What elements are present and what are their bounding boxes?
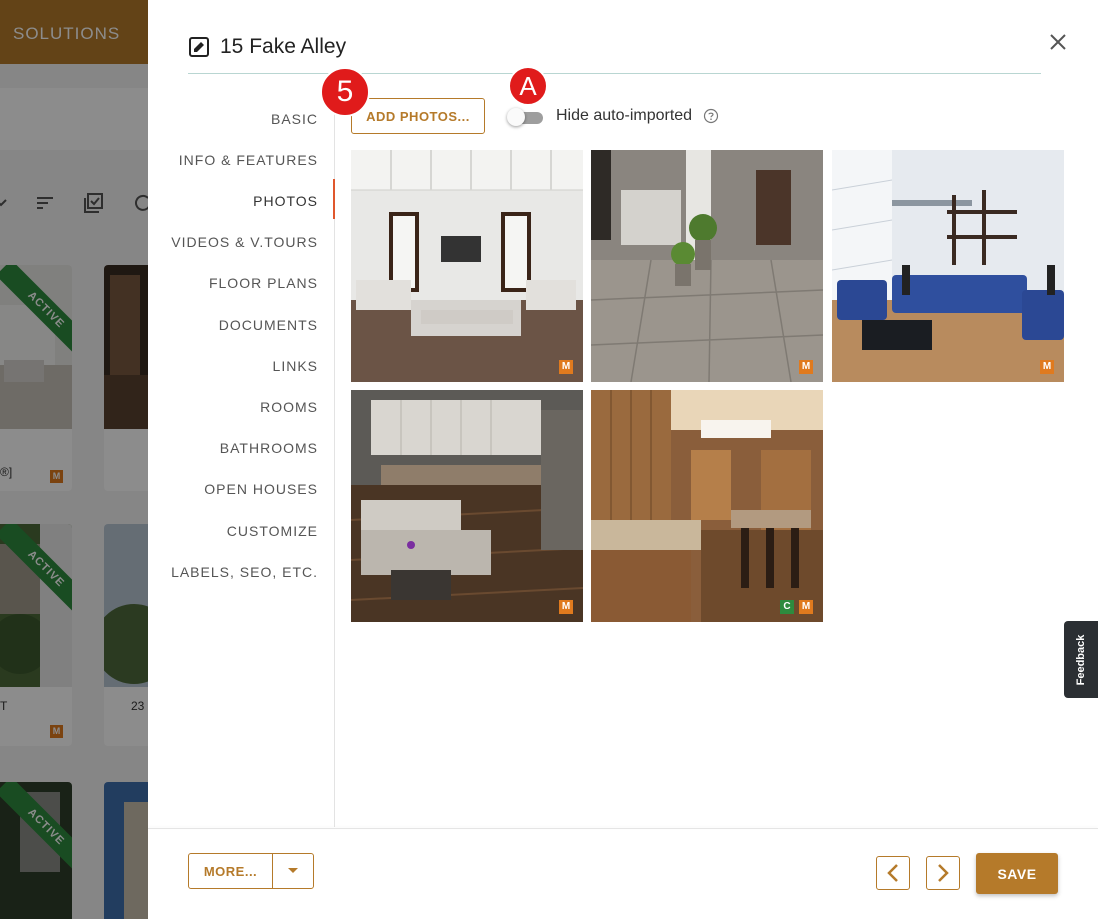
photo-thumbnail[interactable]: C M xyxy=(591,390,823,622)
caret-down-icon xyxy=(288,868,298,873)
nav-item-basic[interactable]: BASIC xyxy=(271,111,318,127)
active-nav-indicator xyxy=(333,179,335,219)
save-button[interactable]: SAVE xyxy=(976,853,1058,894)
more-dropdown-toggle[interactable] xyxy=(273,854,313,888)
modal-backdrop[interactable] xyxy=(0,0,148,919)
feedback-tab[interactable]: Feedback xyxy=(1064,621,1098,698)
add-photos-button[interactable]: ADD PHOTOS... xyxy=(351,98,485,134)
photo-thumbnail[interactable]: M xyxy=(351,390,583,622)
nav-item-links[interactable]: LINKS xyxy=(273,358,318,374)
edit-icon xyxy=(189,37,209,57)
step-badge: 5 xyxy=(320,67,370,117)
modal-header: 15 Fake Alley xyxy=(188,30,346,64)
previous-button[interactable] xyxy=(876,856,910,890)
nav-item-customize[interactable]: CUSTOMIZE xyxy=(227,523,318,539)
side-nav: BASIC INFO & FEATURES PHOTOS VIDEOS & V.… xyxy=(148,97,335,827)
annotation-badge: A xyxy=(508,66,548,106)
c-badge: C xyxy=(780,600,794,614)
hide-auto-imported-toggle[interactable] xyxy=(507,108,545,126)
hide-auto-imported-label: Hide auto-imported xyxy=(556,107,693,124)
next-button[interactable] xyxy=(926,856,960,890)
photo-thumbnail[interactable]: M xyxy=(351,150,583,382)
nav-item-bathrooms[interactable]: BATHROOMS xyxy=(220,440,318,456)
more-button[interactable]: MORE... xyxy=(189,854,273,888)
m-badge: M xyxy=(559,600,573,614)
m-badge: M xyxy=(799,360,813,374)
chevron-right-icon xyxy=(938,864,949,882)
photo-thumbnail[interactable]: M xyxy=(832,150,1064,382)
more-actions-group: MORE... xyxy=(188,853,314,889)
help-icon[interactable] xyxy=(703,108,719,124)
nav-item-videos-tours[interactable]: VIDEOS & V.TOURS xyxy=(171,234,318,250)
feedback-label: Feedback xyxy=(1075,634,1087,685)
nav-item-floor-plans[interactable]: FLOOR PLANS xyxy=(209,275,318,291)
modal-title: 15 Fake Alley xyxy=(220,35,347,58)
header-divider xyxy=(188,73,1041,74)
chevron-left-icon xyxy=(887,864,898,882)
nav-item-rooms[interactable]: ROOMS xyxy=(260,399,318,415)
edit-listing-modal: 15 Fake Alley BASIC INFO & FEATURES PHOT… xyxy=(148,0,1098,919)
m-badge: M xyxy=(799,600,813,614)
m-badge: M xyxy=(559,360,573,374)
nav-item-photos[interactable]: PHOTOS xyxy=(253,193,318,209)
nav-item-open-houses[interactable]: OPEN HOUSES xyxy=(204,481,318,497)
nav-item-info-features[interactable]: INFO & FEATURES xyxy=(179,152,318,168)
m-badge: M xyxy=(1040,360,1054,374)
close-icon[interactable] xyxy=(1046,30,1070,54)
photo-thumbnail[interactable]: M xyxy=(591,150,823,382)
nav-item-documents[interactable]: DOCUMENTS xyxy=(219,317,318,333)
footer-divider xyxy=(148,828,1098,829)
nav-item-labels-seo[interactable]: LABELS, SEO, ETC. xyxy=(171,564,318,580)
